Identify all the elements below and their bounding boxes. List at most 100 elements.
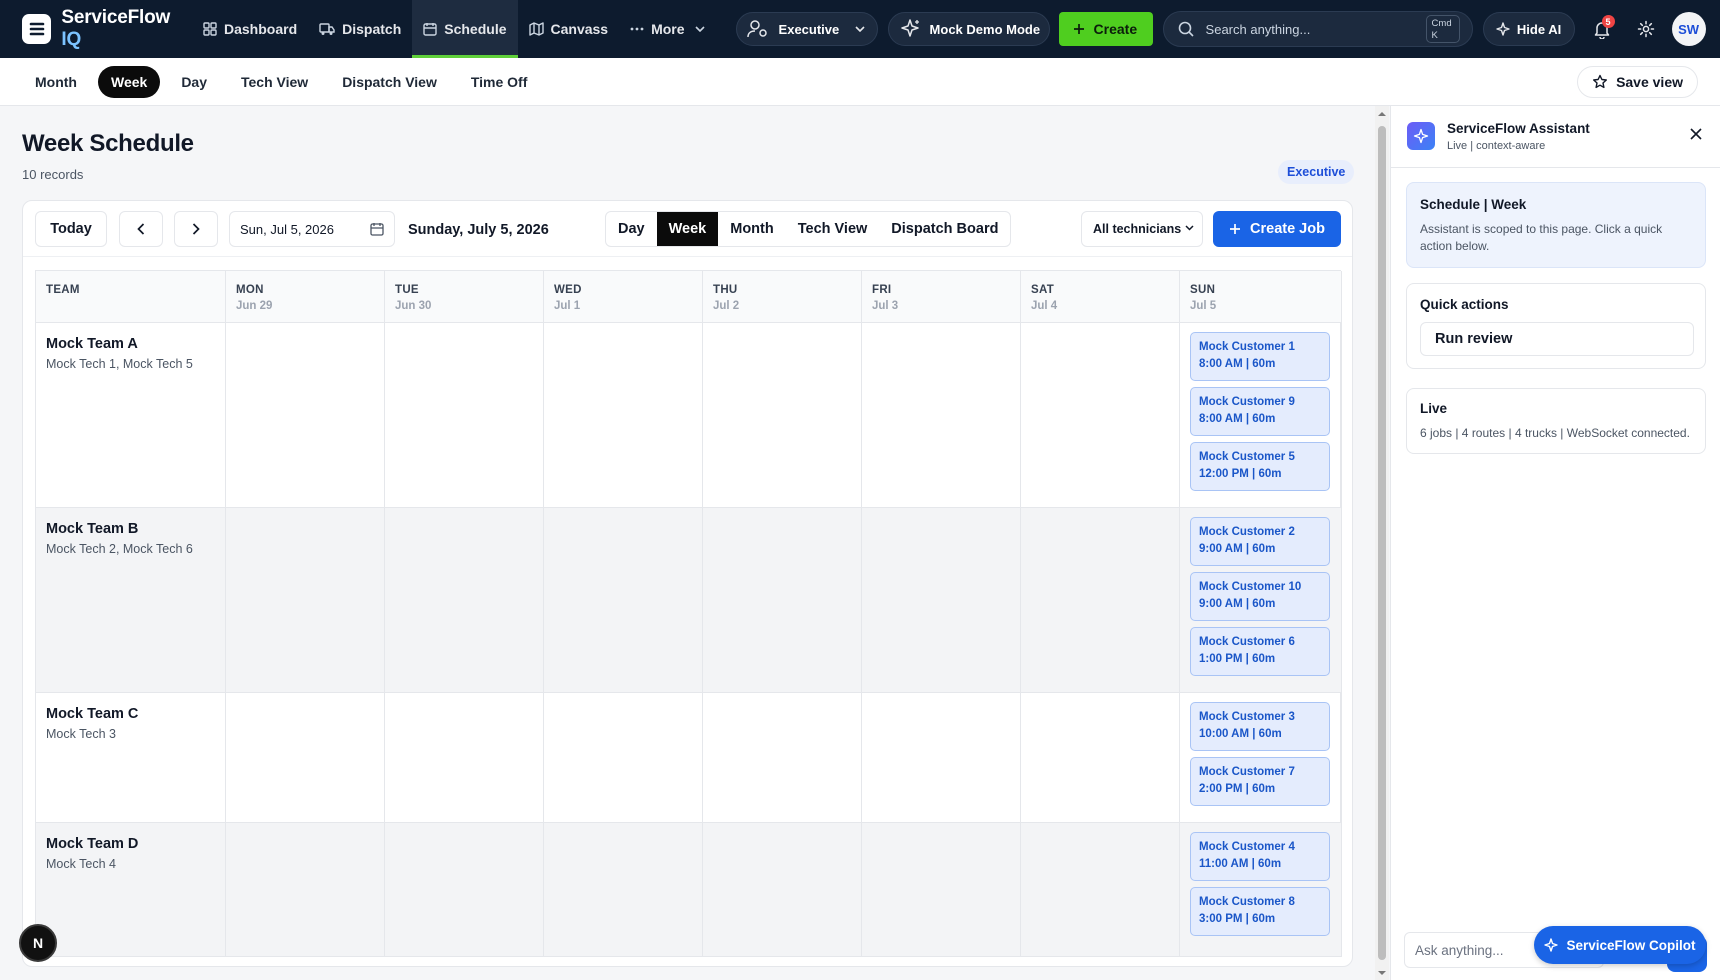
team-cell: Mock Team B Mock Tech 2, Mock Tech 6 (36, 508, 226, 692)
day-cell[interactable] (385, 693, 544, 822)
brand[interactable]: ServiceFlow IQ (22, 7, 192, 51)
day-cell[interactable]: Mock Customer 4 11:00 AM | 60m Mock Custom… (1180, 823, 1342, 956)
hide-ai-button[interactable]: Hide AI (1482, 12, 1575, 46)
day-cell[interactable] (544, 823, 703, 956)
date-picker[interactable]: Sun, Jul 5, 2026 (229, 211, 395, 247)
job-card[interactable]: Mock Customer 4 11:00 AM | 60m (1190, 832, 1330, 881)
job-card[interactable]: Mock Customer 8 3:00 PM | 60m (1190, 887, 1330, 936)
truck-icon (319, 23, 335, 35)
copilot-button[interactable]: ServiceFlow Copilot (1534, 926, 1706, 964)
job-card[interactable]: Mock Customer 6 1:00 PM | 60m (1190, 627, 1330, 676)
notification-count: 5 (1601, 15, 1615, 28)
page-title: Week Schedule (22, 130, 194, 157)
day-cell[interactable] (385, 323, 544, 507)
assistant-header: ServiceFlow Assistant Live | context-awa… (1391, 106, 1720, 168)
day-cell[interactable] (862, 823, 1021, 956)
view-tech-view[interactable]: Tech View (786, 212, 880, 246)
settings-button[interactable] (1628, 11, 1664, 47)
day-name: WED (554, 284, 582, 296)
scrollbar-thumb[interactable] (1378, 126, 1386, 960)
nav-dispatch[interactable]: Dispatch (308, 0, 412, 58)
team-name: Mock Team C (46, 706, 139, 722)
day-cell[interactable] (226, 323, 385, 507)
job-customer: Mock Customer 5 (1199, 451, 1295, 463)
dev-tools-button[interactable]: N (19, 924, 57, 962)
main-scrollbar[interactable] (1375, 106, 1389, 980)
team-cell: Mock Team A Mock Tech 1, Mock Tech 5 (36, 323, 226, 507)
job-time: 2:00 PM | 60m (1199, 783, 1276, 795)
job-card[interactable]: Mock Customer 3 10:00 AM | 60m (1190, 702, 1330, 751)
job-time: 11:00 AM | 60m (1199, 858, 1282, 870)
day-cell[interactable] (1021, 508, 1180, 692)
nav-dashboard[interactable]: Dashboard (192, 0, 308, 58)
save-view-label: Save view (1616, 74, 1683, 90)
team-techs: Mock Tech 1, Mock Tech 5 (46, 357, 193, 371)
job-card[interactable]: Mock Customer 7 2:00 PM | 60m (1190, 757, 1330, 806)
day-cell[interactable]: Mock Customer 2 9:00 AM | 60m Mock Custome… (1180, 508, 1342, 692)
global-search[interactable]: Search anything... Cmd K (1162, 11, 1473, 47)
day-cell[interactable] (862, 323, 1021, 507)
next-week-button[interactable] (174, 211, 218, 247)
ellipsis-icon (630, 27, 644, 31)
view-dispatch-board[interactable]: Dispatch Board (879, 212, 1010, 246)
subtab-dispatch-view[interactable]: Dispatch View (329, 66, 450, 98)
create-button[interactable]: Create (1058, 12, 1153, 46)
job-card[interactable]: Mock Customer 10 9:00 AM | 60m (1190, 572, 1330, 621)
job-card[interactable]: Mock Customer 9 8:00 AM | 60m (1190, 387, 1330, 436)
day-cell[interactable] (862, 693, 1021, 822)
demo-mode-button[interactable]: Mock Demo Mode (887, 12, 1050, 46)
view-switcher: Day Week Month Tech View Dispatch Board (605, 211, 1012, 247)
subtab-tech-view[interactable]: Tech View (228, 66, 321, 98)
day-cell[interactable] (703, 693, 862, 822)
day-cell[interactable] (544, 693, 703, 822)
day-cell[interactable] (544, 508, 703, 692)
day-cell[interactable] (862, 508, 1021, 692)
day-cell[interactable] (703, 823, 862, 956)
notifications-button[interactable]: 5 (1584, 11, 1620, 47)
day-cell[interactable]: Mock Customer 3 10:00 AM | 60m Mock Custom… (1180, 693, 1342, 822)
day-date: Jun 29 (236, 300, 273, 312)
subtab-time-off[interactable]: Time Off (458, 66, 541, 98)
day-cell[interactable] (1021, 693, 1180, 822)
day-date: Jul 4 (1031, 300, 1058, 312)
nav-more[interactable]: More (619, 0, 715, 58)
day-cell[interactable] (385, 508, 544, 692)
create-job-label: Create Job (1250, 221, 1325, 237)
job-card[interactable]: Mock Customer 1 8:00 AM | 60m (1190, 332, 1330, 381)
run-review-button[interactable]: Run review (1420, 322, 1694, 356)
day-cell[interactable] (703, 508, 862, 692)
day-cell[interactable] (226, 508, 385, 692)
team-name: Mock Team A (46, 336, 138, 352)
job-time: 9:00 AM | 60m (1199, 598, 1276, 610)
day-cell[interactable] (1021, 823, 1180, 956)
day-cell[interactable]: Mock Customer 1 8:00 AM | 60m Mock Custome… (1180, 323, 1342, 507)
close-assistant-button[interactable] (1690, 128, 1702, 140)
technician-filter[interactable]: All technicians (1081, 211, 1203, 247)
view-week[interactable]: Week (656, 212, 719, 246)
subtab-week[interactable]: Week (97, 65, 161, 98)
nav-canvass[interactable]: Canvass (518, 0, 620, 58)
save-view-button[interactable]: Save view (1577, 66, 1698, 98)
nav-schedule[interactable]: Schedule (412, 0, 518, 58)
today-button[interactable]: Today (35, 211, 107, 247)
day-cell[interactable] (703, 323, 862, 507)
day-cell[interactable] (226, 693, 385, 822)
nav-schedule-label: Schedule (444, 21, 507, 37)
subtab-month[interactable]: Month (22, 66, 90, 98)
day-cell[interactable] (226, 823, 385, 956)
day-name: THU (713, 284, 738, 296)
day-date: Jul 5 (1190, 300, 1217, 312)
job-card[interactable]: Mock Customer 2 9:00 AM | 60m (1190, 517, 1330, 566)
day-cell[interactable] (1021, 323, 1180, 507)
job-card[interactable]: Mock Customer 5 12:00 PM | 60m (1190, 442, 1330, 491)
day-cell[interactable] (544, 323, 703, 507)
create-job-button[interactable]: Create Job (1213, 211, 1341, 247)
view-month[interactable]: Month (718, 212, 785, 246)
previous-week-button[interactable] (119, 211, 163, 247)
role-switcher[interactable]: Executive (735, 12, 878, 46)
subtab-day[interactable]: Day (168, 66, 220, 98)
day-cell[interactable] (385, 823, 544, 956)
day-date: Jul 1 (554, 300, 581, 312)
avatar[interactable]: SW (1671, 12, 1706, 46)
view-day[interactable]: Day (606, 212, 657, 246)
